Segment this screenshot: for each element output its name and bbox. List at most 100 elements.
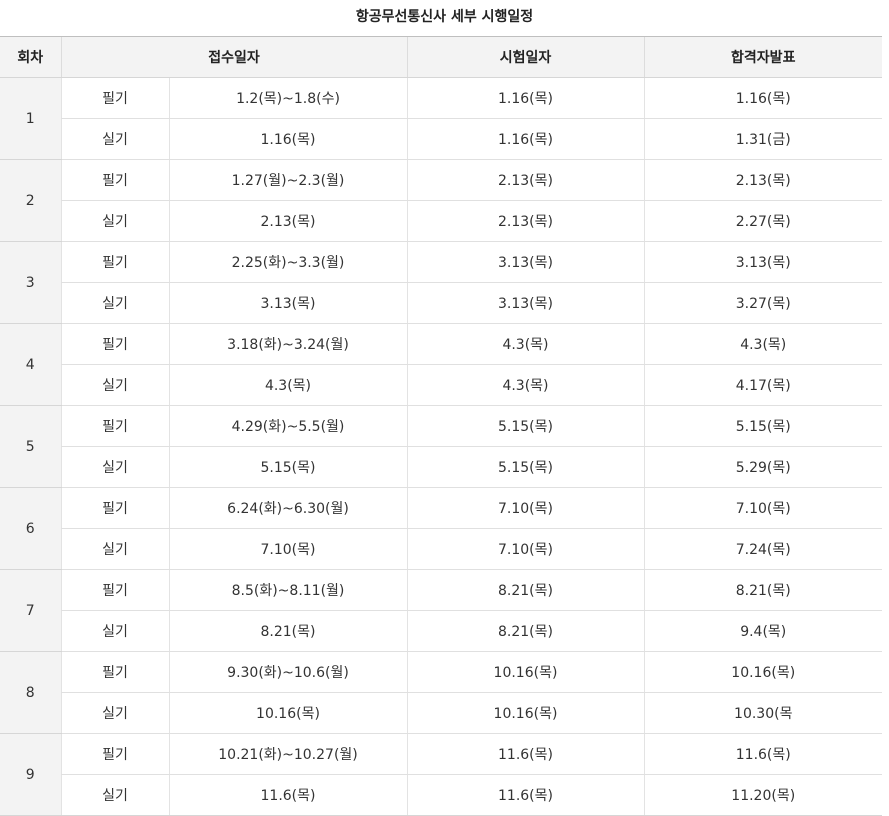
- exam-type: 필기: [60, 159, 169, 201]
- registration-date: 3.18(화)~3.24(월): [168, 323, 407, 365]
- registration-date: 6.24(화)~6.30(월): [168, 487, 407, 529]
- result-date: 8.21(목): [643, 569, 882, 611]
- registration-date: 3.13(목): [168, 282, 407, 324]
- round-number: 3: [0, 241, 61, 324]
- exam-date: 1.16(목): [406, 77, 644, 119]
- exam-date: 4.3(목): [406, 364, 644, 406]
- exam-date: 5.15(목): [406, 405, 644, 447]
- exam-date: 11.6(목): [406, 733, 644, 775]
- exam-date: 10.16(목): [406, 692, 644, 734]
- table-row: 5 필기 4.29(화)~5.5(월) 5.15(목) 5.15(목): [0, 405, 882, 488]
- exam-type: 실기: [60, 528, 169, 570]
- result-date: 11.20(목): [643, 774, 882, 816]
- exam-type: 실기: [60, 692, 169, 734]
- registration-date: 2.13(목): [168, 200, 407, 242]
- result-date: 3.13(목): [643, 241, 882, 283]
- exam-type: 실기: [60, 282, 169, 324]
- header-registration: 접수일자: [60, 36, 407, 78]
- header-exam: 시험일자: [406, 36, 644, 78]
- exam-date: 7.10(목): [406, 528, 644, 570]
- exam-type: 필기: [60, 405, 169, 447]
- header-row: 회차 접수일자 시험일자 합격자발표: [0, 36, 882, 78]
- round-number: 9: [0, 733, 61, 816]
- table-row: 실기 8.21(목) 8.21(목) 9.4(목): [0, 610, 882, 652]
- exam-type: 실기: [60, 364, 169, 406]
- registration-date: 1.2(목)~1.8(수): [168, 77, 407, 119]
- exam-date: 4.3(목): [406, 323, 644, 365]
- exam-date: 10.16(목): [406, 651, 644, 693]
- table-row: 실기 2.13(목) 2.13(목) 2.27(목): [0, 200, 882, 242]
- table-row: 7 필기 8.5(화)~8.11(월) 8.21(목) 8.21(목): [0, 569, 882, 652]
- exam-type: 실기: [60, 200, 169, 242]
- table-row: 실기 4.3(목) 4.3(목) 4.17(목): [0, 364, 882, 406]
- exam-date: 3.13(목): [406, 282, 644, 324]
- result-date: 9.4(목): [643, 610, 882, 652]
- table-row: 실기 7.10(목) 7.10(목) 7.24(목): [0, 528, 882, 570]
- result-date: 10.30(목: [643, 692, 882, 734]
- result-date: 10.16(목): [643, 651, 882, 693]
- table-row: 실기 11.6(목) 11.6(목) 11.20(목): [0, 774, 882, 816]
- round-number: 1: [0, 77, 61, 160]
- schedule-table: 회차 접수일자 시험일자 합격자발표 1 필기 1.2(목)~1.8(수) 1.16(…: [0, 36, 882, 816]
- header-result: 합격자발표: [643, 36, 882, 78]
- table-row: 실기 3.13(목) 3.13(목) 3.27(목): [0, 282, 882, 324]
- round-number: 2: [0, 159, 61, 242]
- result-date: 5.15(목): [643, 405, 882, 447]
- table-row: 6 필기 6.24(화)~6.30(월) 7.10(목) 7.10(목): [0, 487, 882, 570]
- registration-date: 4.29(화)~5.5(월): [168, 405, 407, 447]
- result-date: 7.24(목): [643, 528, 882, 570]
- registration-date: 11.6(목): [168, 774, 407, 816]
- registration-date: 1.16(목): [168, 118, 407, 160]
- result-date: 11.6(목): [643, 733, 882, 775]
- exam-date: 11.6(목): [406, 774, 644, 816]
- exam-date: 5.15(목): [406, 446, 644, 488]
- exam-date: 8.21(목): [406, 610, 644, 652]
- registration-date: 4.3(목): [168, 364, 407, 406]
- exam-type: 필기: [60, 241, 169, 283]
- exam-type: 필기: [60, 569, 169, 611]
- exam-type: 필기: [60, 651, 169, 693]
- round-number: 6: [0, 487, 61, 570]
- round-number: 7: [0, 569, 61, 652]
- table-title: 항공무선통신사 세부 시행일정: [355, 9, 534, 25]
- exam-type: 실기: [60, 610, 169, 652]
- round-number: 8: [0, 651, 61, 734]
- exam-type: 필기: [60, 487, 169, 529]
- exam-date: 7.10(목): [406, 487, 644, 529]
- registration-date: 7.10(목): [168, 528, 407, 570]
- exam-type: 실기: [60, 446, 169, 488]
- header-round: 회차: [0, 36, 61, 78]
- result-date: 1.31(금): [643, 118, 882, 160]
- exam-type: 실기: [60, 774, 169, 816]
- table-row: 1 필기 1.2(목)~1.8(수) 1.16(목) 1.16(목): [0, 77, 882, 160]
- table-row: 실기 1.16(목) 1.16(목) 1.31(금): [0, 118, 882, 160]
- result-date: 7.10(목): [643, 487, 882, 529]
- table-row: 4 필기 3.18(화)~3.24(월) 4.3(목) 4.3(목): [0, 323, 882, 406]
- result-date: 3.27(목): [643, 282, 882, 324]
- registration-date: 8.21(목): [168, 610, 407, 652]
- exam-type: 필기: [60, 323, 169, 365]
- exam-date: 1.16(목): [406, 118, 644, 160]
- registration-date: 5.15(목): [168, 446, 407, 488]
- registration-date: 9.30(화)~10.6(월): [168, 651, 407, 693]
- table-row: 2 필기 1.27(월)~2.3(월) 2.13(목) 2.13(목): [0, 159, 882, 242]
- round-number: 4: [0, 323, 61, 406]
- exam-date: 2.13(목): [406, 200, 644, 242]
- result-date: 2.27(목): [643, 200, 882, 242]
- result-date: 2.13(목): [643, 159, 882, 201]
- exam-type: 필기: [60, 733, 169, 775]
- result-date: 4.3(목): [643, 323, 882, 365]
- exam-date: 8.21(목): [406, 569, 644, 611]
- exam-date: 2.13(목): [406, 159, 644, 201]
- registration-date: 10.21(화)~10.27(월): [168, 733, 407, 775]
- table-row: 3 필기 2.25(화)~3.3(월) 3.13(목) 3.13(목): [0, 241, 882, 324]
- exam-type: 필기: [60, 77, 169, 119]
- exam-type: 실기: [60, 118, 169, 160]
- table-row: 실기 5.15(목) 5.15(목) 5.29(목): [0, 446, 882, 488]
- table-row: 실기 10.16(목) 10.16(목) 10.30(목: [0, 692, 882, 734]
- registration-date: 8.5(화)~8.11(월): [168, 569, 407, 611]
- schedule-body: 1 필기 1.2(목)~1.8(수) 1.16(목) 1.16(목) 실기 1.16(목) 1…: [0, 77, 882, 816]
- result-date: 5.29(목): [643, 446, 882, 488]
- registration-date: 1.27(월)~2.3(월): [168, 159, 407, 201]
- registration-date: 2.25(화)~3.3(월): [168, 241, 407, 283]
